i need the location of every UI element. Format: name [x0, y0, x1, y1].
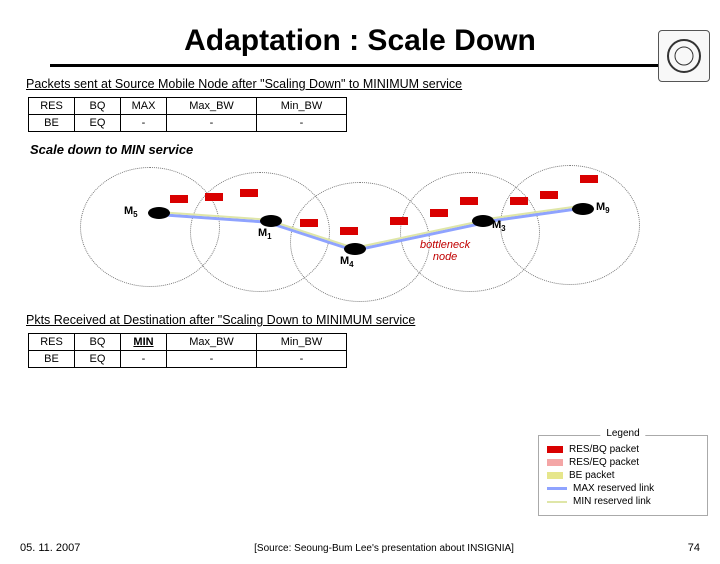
coverage-ellipse [500, 165, 640, 285]
packet-icon [430, 209, 448, 217]
packet-icon [547, 446, 563, 453]
table-bottom: RES BQ MIN Max_BW Min_BW BE EQ - - - [28, 333, 347, 368]
node-label-m1: M1 [258, 227, 272, 241]
node-m1 [260, 215, 282, 227]
page-title: Adaptation : Scale Down [50, 24, 669, 67]
table-row: BE EQ - - - [29, 115, 347, 132]
packet-icon [205, 193, 223, 201]
node-m3 [472, 215, 494, 227]
packet-icon [170, 195, 188, 203]
diagram-caption: Scale down to MIN service [30, 142, 720, 157]
corner-logo [658, 30, 710, 82]
legend-item: MIN reserved link [547, 496, 699, 507]
legend-item: MAX reserved link [547, 483, 699, 494]
footer-date: 05. 11. 2007 [20, 542, 80, 554]
node-label-m3: M3 [492, 219, 506, 233]
table-top: RES BQ MAX Max_BW Min_BW BE EQ - - - [28, 97, 347, 132]
network-diagram: M5 M1 M4 M3 M9 bottlenecknode [40, 157, 680, 307]
footer-source: [Source: Seoung-Bum Lee's presentation a… [254, 543, 514, 554]
node-label-m4: M4 [340, 255, 354, 269]
node-m5 [148, 207, 170, 219]
packet-icon [340, 227, 358, 235]
packet-icon [540, 191, 558, 199]
legend: Legend RES/BQ packet RES/EQ packet BE pa… [538, 435, 708, 516]
footer: 05. 11. 2007 [Source: Seoung-Bum Lee's p… [0, 542, 720, 554]
table-row: RES BQ MAX Max_BW Min_BW [29, 98, 347, 115]
link-icon [547, 487, 567, 490]
node-m4 [344, 243, 366, 255]
legend-item: RES/BQ packet [547, 444, 699, 455]
legend-item: RES/EQ packet [547, 457, 699, 468]
table-row: RES BQ MIN Max_BW Min_BW [29, 334, 347, 351]
legend-title: Legend [600, 428, 645, 439]
link-icon [547, 501, 567, 503]
table-row: BE EQ - - - [29, 351, 347, 368]
packet-icon [580, 175, 598, 183]
packet-icon [460, 197, 478, 205]
node-label-m5: M5 [124, 205, 138, 219]
packet-icon [300, 219, 318, 227]
packet-icon [510, 197, 528, 205]
packet-icon [547, 459, 563, 466]
packet-icon [547, 472, 563, 479]
node-label-m9: M9 [596, 201, 610, 215]
packet-icon [240, 189, 258, 197]
page-number: 74 [688, 542, 700, 554]
top-caption: Packets sent at Source Mobile Node after… [26, 77, 720, 91]
bottleneck-label: bottlenecknode [420, 239, 470, 263]
legend-item: BE packet [547, 470, 699, 481]
bottom-caption: Pkts Received at Destination after "Scal… [26, 313, 720, 327]
node-m9 [572, 203, 594, 215]
packet-icon [390, 217, 408, 225]
